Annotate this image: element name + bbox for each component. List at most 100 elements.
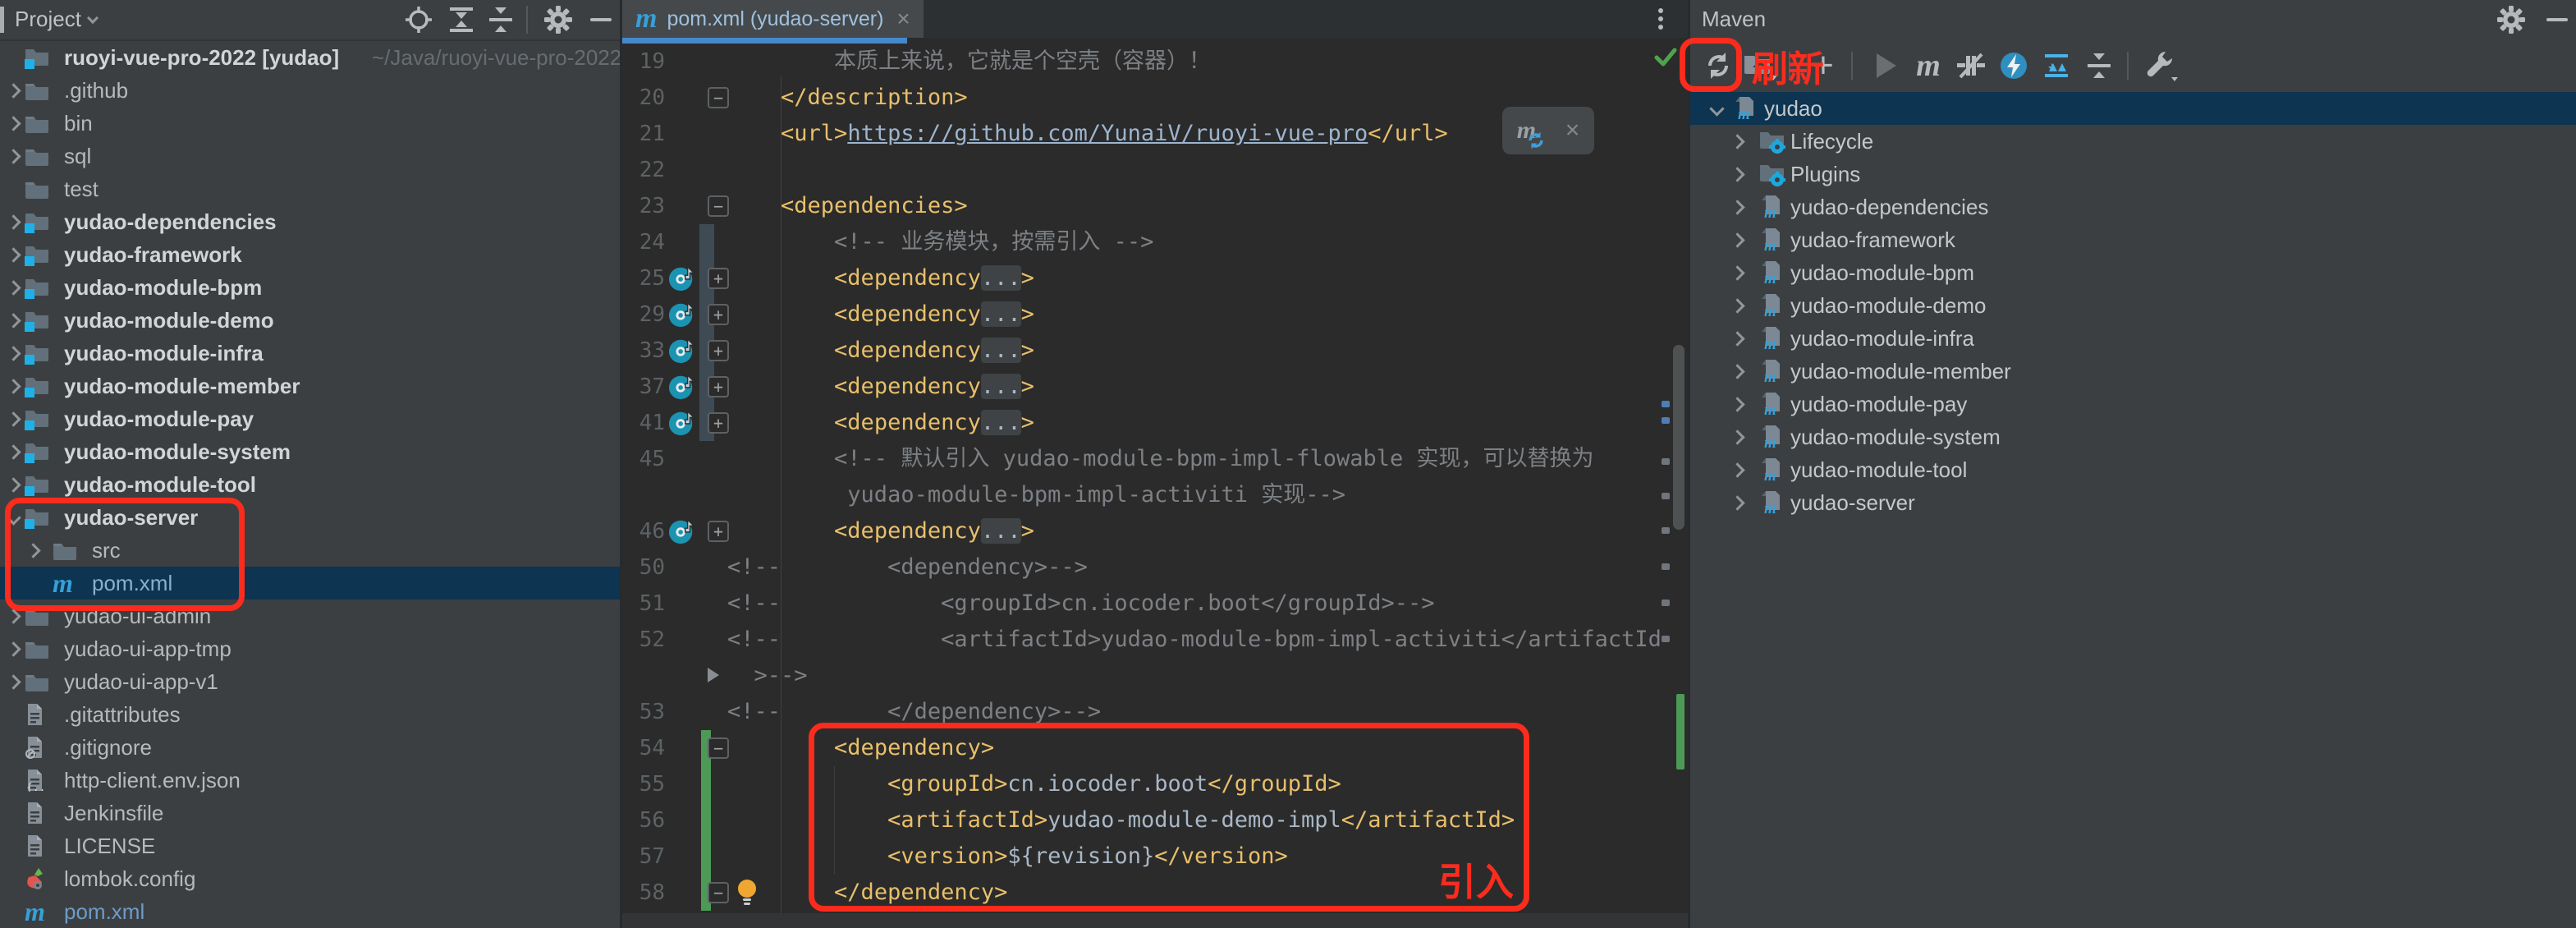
error-stripe-mark[interactable] [1662, 600, 1670, 606]
chevron-right-icon[interactable] [6, 247, 21, 262]
chevron-right-icon[interactable] [1730, 364, 1744, 379]
chevron-right-icon[interactable] [6, 116, 21, 131]
chevron-right-icon[interactable] [1730, 134, 1744, 149]
tree-item-label: yudao-module-system [64, 439, 291, 465]
error-stripe-mark[interactable] [1662, 563, 1670, 570]
fold-collapse-icon[interactable]: − [708, 195, 729, 217]
run-icon[interactable] [1864, 39, 1907, 92]
tree-item-label: test [64, 177, 99, 202]
chevron-right-icon[interactable] [6, 674, 21, 689]
chevron-right-icon[interactable] [6, 313, 21, 328]
folded-code-chip[interactable]: ... [981, 410, 1021, 435]
chevron-right-icon[interactable] [1730, 430, 1744, 444]
dependency-update-gutter-icon[interactable] [668, 301, 696, 328]
caret-down-icon[interactable] [89, 11, 97, 26]
editor-scrollbar-thumb[interactable] [1673, 345, 1684, 530]
error-stripe-mark[interactable] [1662, 401, 1670, 407]
chevron-right-icon[interactable] [1730, 397, 1744, 411]
offline-mode-icon[interactable] [1992, 39, 2035, 92]
inspection-ok-check-icon[interactable] [1653, 44, 1678, 69]
chevron-right-icon[interactable] [6, 280, 21, 295]
chevron-right-icon[interactable] [6, 83, 21, 98]
folded-code-chip[interactable]: ... [981, 301, 1021, 327]
maven-settings-wrench-icon[interactable] [2140, 39, 2183, 92]
skip-tests-icon[interactable] [1950, 39, 1992, 92]
hide-panel-icon[interactable] [2541, 3, 2574, 36]
error-stripe-mark[interactable] [1662, 417, 1670, 424]
chevron-right-icon[interactable] [1730, 167, 1744, 181]
folded-code-chip[interactable]: ... [981, 518, 1021, 544]
line-number: 56 [622, 802, 665, 838]
dependency-update-gutter-icon[interactable] [668, 373, 696, 401]
folded-code-chip[interactable]: ... [981, 265, 1021, 291]
chevron-right-icon[interactable] [1730, 495, 1744, 510]
tree-item-label: pom.xml [64, 899, 144, 925]
settings-gear-icon[interactable] [2495, 3, 2528, 36]
error-stripe-mark[interactable] [1662, 458, 1670, 465]
chevron-right-icon[interactable] [1730, 200, 1744, 214]
dependency-update-gutter-icon[interactable] [668, 337, 696, 365]
fold-collapse-icon[interactable]: − [708, 882, 729, 903]
chevron-right-icon[interactable] [1730, 462, 1744, 477]
maven-reload-widget[interactable]: m × [1502, 107, 1594, 154]
svg-text:m: m [1764, 237, 1776, 252]
fold-expand-icon[interactable]: + [708, 412, 729, 434]
close-icon[interactable]: × [896, 6, 910, 32]
fold-expand-icon[interactable]: + [708, 521, 729, 542]
dependency-update-gutter-icon[interactable] [668, 517, 696, 545]
kebab-menu-icon[interactable] [1658, 5, 1663, 33]
fold-expand-icon[interactable]: + [708, 304, 729, 325]
module-folder-icon [25, 440, 49, 463]
folded-code-chip[interactable]: ... [981, 374, 1021, 399]
tree-item-label: http-client.env.json [64, 768, 241, 793]
error-stripe-mark[interactable] [1662, 636, 1670, 642]
folder-icon [25, 145, 49, 167]
expand-all-icon-blue[interactable] [2035, 39, 2078, 92]
expand-all-icon[interactable] [445, 3, 478, 36]
chevron-right-icon[interactable] [6, 444, 21, 459]
tree-item-label: .gitattributes [64, 702, 181, 728]
maven-reload-icon[interactable]: m [1517, 117, 1536, 145]
error-stripe-mark[interactable] [1662, 527, 1670, 534]
collapse-all-icon[interactable] [484, 3, 517, 36]
code-token: https://github.com/YunaiV/ruoyi-vue-pro [847, 121, 1368, 146]
fold-collapse-icon[interactable]: − [708, 737, 729, 759]
error-stripe-added-mark[interactable] [1676, 694, 1684, 770]
collapse-all-icon[interactable] [2078, 39, 2120, 92]
maven-module-icon: m [1759, 457, 1781, 482]
fold-expand-icon[interactable]: + [708, 268, 729, 289]
dependency-update-gutter-icon[interactable] [668, 264, 696, 292]
chevron-right-icon[interactable] [6, 149, 21, 163]
chevron-right-icon[interactable] [6, 379, 21, 393]
locate-icon[interactable] [402, 3, 435, 36]
tree-item-label: yudao-module-demo [64, 308, 274, 333]
hide-panel-icon[interactable] [584, 3, 617, 36]
close-icon[interactable]: × [1565, 117, 1580, 145]
chevron-right-icon[interactable] [6, 214, 21, 229]
fold-expand-icon[interactable]: + [708, 340, 729, 361]
maven-goal-icon[interactable]: m [1907, 39, 1950, 92]
folded-code-chip[interactable]: ... [981, 338, 1021, 363]
tab-pom-xml[interactable]: m pom.xml (yudao-server) × [622, 0, 924, 38]
folder-icon [25, 671, 49, 692]
line-number: 52 [622, 622, 665, 658]
dependency-update-gutter-icon[interactable] [668, 409, 696, 437]
chevron-right-icon[interactable] [6, 641, 21, 656]
error-stripe-mark[interactable] [1662, 493, 1670, 499]
chevron-right-icon[interactable] [6, 411, 21, 426]
fold-expand-icon[interactable]: + [708, 376, 729, 397]
code-line-37: 37+ <dependency...> [622, 369, 1688, 405]
chevron-right-icon[interactable] [6, 477, 21, 492]
line-number: 37 [622, 369, 665, 405]
chevron-right-icon[interactable] [1730, 265, 1744, 280]
chevron-right-icon[interactable] [1730, 298, 1744, 313]
horizontal-scrollbar-track[interactable] [622, 913, 1688, 928]
fold-collapse-icon[interactable]: − [708, 87, 729, 108]
code-token: <dependency [834, 265, 981, 291]
chevron-right-icon[interactable] [1730, 331, 1744, 346]
line-number: 50 [622, 549, 665, 586]
svg-text:{..}: {..} [26, 782, 44, 792]
settings-gear-icon[interactable] [542, 3, 575, 36]
chevron-right-icon[interactable] [6, 346, 21, 361]
chevron-right-icon[interactable] [1730, 232, 1744, 247]
